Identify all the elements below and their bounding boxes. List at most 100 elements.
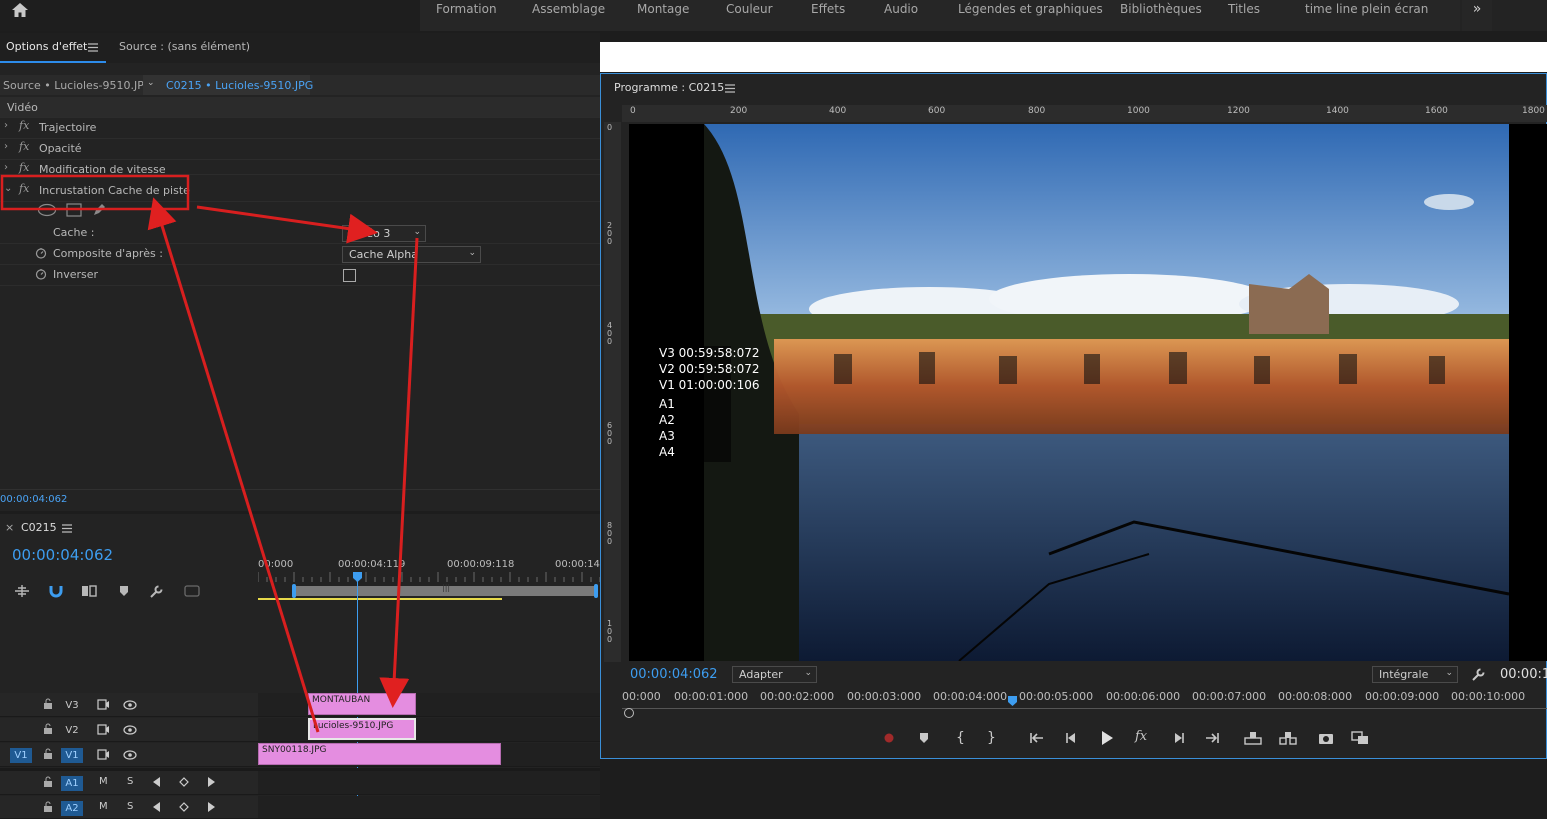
- eye-icon[interactable]: [123, 725, 137, 735]
- eye-icon[interactable]: [123, 700, 137, 710]
- panel-menu-icon[interactable]: [725, 84, 735, 93]
- clip-sny00118[interactable]: SNY00118.JPG: [258, 743, 501, 765]
- record-icon[interactable]: [883, 732, 895, 744]
- snap-magnet-icon[interactable]: [49, 584, 63, 598]
- workspace-tab-timeline-plein-ecran[interactable]: time line plein écran: [1305, 2, 1428, 16]
- effect-vitesse[interactable]: › fx Modification de vitesse: [0, 160, 600, 175]
- track-area-v2[interactable]: Lucioles-9510.JPG: [258, 718, 600, 742]
- program-title[interactable]: Programme : C0215: [614, 81, 724, 94]
- track-area-a2[interactable]: [258, 796, 600, 819]
- lift-icon[interactable]: [1244, 731, 1262, 745]
- video-frame[interactable]: V3 00:59:58:072 V2 00:59:58:072 V1 01:00…: [629, 124, 1547, 661]
- ellipse-mask-icon[interactable]: [37, 203, 57, 217]
- wrench-icon[interactable]: [150, 584, 164, 598]
- sync-lock-icon[interactable]: [97, 724, 110, 735]
- clip-montauban[interactable]: MONTAUBAN: [308, 693, 416, 715]
- compare-view-icon[interactable]: [1351, 731, 1369, 745]
- close-icon[interactable]: ×: [5, 521, 14, 534]
- track-label-v1[interactable]: V1: [61, 748, 83, 763]
- add-marker-icon[interactable]: [118, 584, 130, 598]
- workspace-tab-legendes[interactable]: Légendes et graphiques: [958, 2, 1103, 16]
- next-keyframe-icon[interactable]: [207, 777, 215, 787]
- effect-incrustation[interactable]: ⌄ fx Incrustation Cache de piste: [0, 181, 600, 202]
- track-area-v3[interactable]: MONTAUBAN: [258, 693, 600, 717]
- eye-icon[interactable]: [123, 750, 137, 760]
- go-to-in-icon[interactable]: [1029, 731, 1045, 745]
- stopwatch-icon[interactable]: [35, 268, 47, 280]
- workspace-tab-formation[interactable]: Formation: [436, 2, 497, 16]
- effect-trajectoire[interactable]: › fx Trajectoire: [0, 118, 600, 139]
- chevron-right-icon[interactable]: ›: [4, 141, 8, 152]
- sync-lock-icon[interactable]: [97, 699, 110, 710]
- panel-menu-icon[interactable]: [62, 524, 72, 533]
- home-icon[interactable]: [10, 1, 30, 19]
- source-patch-v1[interactable]: V1: [10, 748, 32, 763]
- camera-icon[interactable]: [1318, 731, 1334, 745]
- add-marker-icon[interactable]: [918, 731, 930, 745]
- panel-menu-icon[interactable]: [88, 43, 98, 52]
- quality-dropdown[interactable]: Intégrale ⌄: [1372, 666, 1458, 683]
- workspace-tab-montage[interactable]: Montage: [637, 2, 689, 16]
- tab-options-effet[interactable]: Options d'effet: [6, 40, 87, 53]
- prev-keyframe-icon[interactable]: [153, 802, 161, 812]
- zoom-handle-left[interactable]: [292, 584, 296, 598]
- lock-icon[interactable]: [43, 748, 53, 759]
- next-keyframe-icon[interactable]: [207, 802, 215, 812]
- fx-icon[interactable]: fx: [1135, 729, 1147, 744]
- tab-source[interactable]: Source : (sans élément): [119, 40, 250, 53]
- workspace-tab-bibliotheques[interactable]: Bibliothèques: [1120, 2, 1202, 16]
- timeline-ruler[interactable]: 00:000 00:00:04:119 00:00:09:118 00:00:1…: [258, 556, 603, 604]
- step-forward-icon[interactable]: [1171, 731, 1185, 745]
- effect-opacite[interactable]: › fx Opacité: [0, 139, 600, 160]
- stopwatch-icon[interactable]: [35, 247, 47, 259]
- effect-timecode[interactable]: 00:00:04:062: [0, 494, 67, 505]
- mark-in-icon[interactable]: {: [956, 730, 965, 746]
- go-to-out-icon[interactable]: [1204, 731, 1220, 745]
- lock-icon[interactable]: [43, 723, 53, 734]
- fit-dropdown[interactable]: Adapter ⌄: [732, 666, 817, 683]
- linked-selection-icon[interactable]: [81, 584, 97, 598]
- mute-button[interactable]: M: [99, 776, 108, 787]
- solo-button[interactable]: S: [127, 801, 133, 812]
- timeline-timecode[interactable]: 00:00:04:062: [12, 546, 113, 564]
- composite-dropdown[interactable]: Cache Alpha ⌄: [342, 246, 481, 263]
- mute-button[interactable]: M: [99, 801, 108, 812]
- chevron-right-icon[interactable]: ›: [4, 162, 8, 173]
- mark-out-icon[interactable]: }: [987, 730, 996, 746]
- program-playhead[interactable]: [1008, 696, 1017, 706]
- sync-lock-icon[interactable]: [97, 749, 110, 760]
- zoom-scrollbar[interactable]: |||: [294, 583, 598, 596]
- zoom-handle-right[interactable]: [594, 584, 598, 598]
- workspace-tab-effets[interactable]: Effets: [811, 2, 845, 16]
- track-label-v3[interactable]: V3: [61, 698, 83, 713]
- in-point-handle[interactable]: [624, 708, 634, 718]
- workspace-tab-assemblage[interactable]: Assemblage: [532, 2, 605, 16]
- rectangle-mask-icon[interactable]: [66, 203, 82, 217]
- chevron-right-icon[interactable]: ›: [4, 120, 8, 131]
- lock-icon[interactable]: [43, 698, 53, 709]
- track-label-v2[interactable]: V2: [61, 723, 83, 738]
- source-label[interactable]: Source • Lucioles-9510.JPG: [3, 79, 152, 92]
- invert-checkbox[interactable]: [343, 269, 356, 282]
- track-area-v1[interactable]: SNY00118.JPG: [258, 743, 600, 767]
- lock-icon[interactable]: [43, 776, 53, 787]
- program-time-ruler[interactable]: 00:000 00:00:01:000 00:00:02:000 00:00:0…: [622, 688, 1547, 718]
- cache-dropdown[interactable]: Vidéo 3 ⌄: [342, 225, 426, 242]
- extract-icon[interactable]: [1279, 731, 1297, 745]
- wrench-icon[interactable]: [1472, 667, 1486, 681]
- track-area-a1[interactable]: [258, 771, 600, 795]
- clip-lucioles[interactable]: Lucioles-9510.JPG: [308, 718, 416, 740]
- lock-icon[interactable]: [43, 801, 53, 812]
- track-label-a1[interactable]: A1: [61, 776, 83, 791]
- keyframe-icon[interactable]: [179, 802, 189, 812]
- program-timecode[interactable]: 00:00:04:062: [630, 667, 718, 682]
- captions-icon[interactable]: [184, 584, 200, 598]
- track-label-a2[interactable]: A2: [61, 801, 83, 816]
- workspace-tab-titles[interactable]: Titles: [1228, 2, 1260, 16]
- clip-selector[interactable]: ⌄ C0215 • Lucioles-9510.JPG: [143, 75, 313, 95]
- chevron-down-icon[interactable]: ⌄: [4, 183, 12, 194]
- solo-button[interactable]: S: [127, 776, 133, 787]
- workspace-more-icon[interactable]: »: [1462, 0, 1492, 31]
- nest-icon[interactable]: [14, 584, 30, 598]
- prev-keyframe-icon[interactable]: [153, 777, 161, 787]
